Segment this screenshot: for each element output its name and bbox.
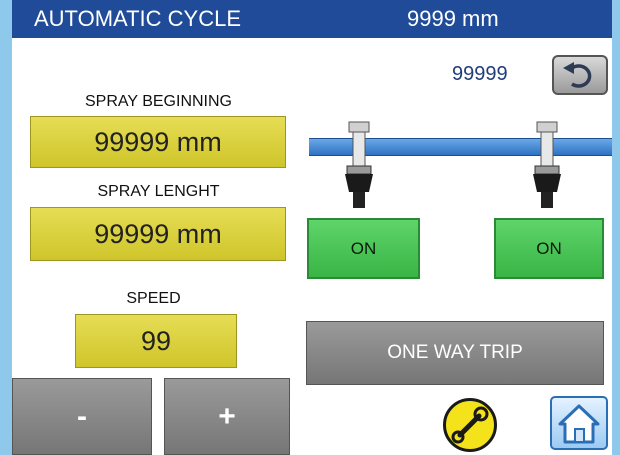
spray-beginning-field[interactable]: 99999 mm: [30, 116, 286, 168]
speed-label: SPEED: [126, 290, 181, 307]
home-icon: [558, 404, 600, 444]
home-button[interactable]: [550, 396, 608, 450]
speed-increase-button[interactable]: +: [164, 378, 290, 455]
speed-decrease-button[interactable]: -: [12, 378, 152, 455]
page-title: AUTOMATIC CYCLE: [34, 6, 241, 31]
nozzle-right-on-button[interactable]: ON: [494, 218, 604, 279]
wrench-icon: [451, 406, 489, 444]
cycle-counter: 99999: [452, 63, 508, 85]
nozzle-left-on-button[interactable]: ON: [307, 218, 420, 279]
speed-field[interactable]: 99: [75, 314, 237, 368]
spray-length-field[interactable]: 99999 mm: [30, 207, 286, 261]
one-way-trip-button[interactable]: ONE WAY TRIP: [306, 321, 604, 385]
settings-button[interactable]: [443, 398, 497, 452]
nozzle-left-icon: [345, 121, 373, 208]
position-readout: 9999 mm: [407, 6, 499, 31]
back-button[interactable]: [552, 55, 608, 95]
undo-arrow-icon: [563, 62, 592, 88]
spray-length-label: SPRAY LENGHT: [97, 183, 220, 200]
nozzle-right-icon: [533, 121, 561, 208]
spray-beginning-label: SPRAY BEGINNING: [85, 93, 232, 110]
hmi-screen: AUTOMATIC CYCLE 9999 mm 99999 SPRAY BEGI…: [12, 0, 612, 455]
header-bar: AUTOMATIC CYCLE 9999 mm: [12, 0, 612, 38]
